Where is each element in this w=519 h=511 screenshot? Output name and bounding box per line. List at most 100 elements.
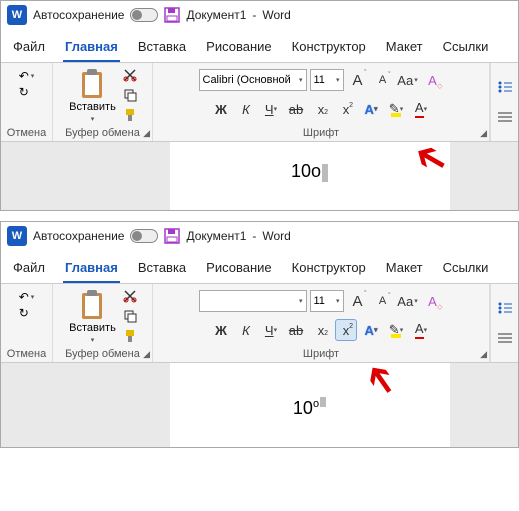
tab-insert[interactable]: Вставка	[136, 33, 188, 62]
strike-button[interactable]: ab	[285, 98, 307, 120]
superscript-button[interactable]: x2	[335, 98, 357, 120]
shrink-font-button[interactable]: Aˇ	[372, 290, 394, 312]
change-case-button[interactable]: Aa▾	[397, 69, 419, 91]
copy-button[interactable]	[122, 87, 138, 103]
bullets-button[interactable]	[494, 76, 516, 98]
chevron-down-icon: ▾	[336, 76, 340, 84]
subscript-button[interactable]: x2	[310, 98, 332, 120]
font-size-combo[interactable]: 11▾	[310, 69, 344, 91]
paste-button[interactable]: Вставить ▾	[67, 67, 118, 125]
autosave-toggle[interactable]	[130, 8, 158, 22]
doc-title: Документ1	[186, 229, 246, 243]
tab-file[interactable]: Файл	[11, 33, 47, 62]
tab-draw[interactable]: Рисование	[204, 254, 273, 283]
tab-refs[interactable]: Ссылки	[441, 254, 491, 283]
chevron-down-icon[interactable]: ▾	[31, 293, 35, 301]
undo-button[interactable]: ↶▾	[19, 290, 35, 304]
clear-format-button[interactable]: A◇	[422, 290, 444, 312]
dialog-launcher-icon[interactable]: ◢	[143, 349, 150, 360]
bold-button[interactable]: Ж	[210, 319, 232, 341]
group-paragraph-partial	[490, 284, 518, 362]
highlight-button[interactable]: ✎▾	[385, 319, 407, 341]
cut-button[interactable]	[122, 288, 138, 304]
undo-button[interactable]: ↶▾	[19, 69, 35, 83]
dialog-launcher-icon[interactable]: ◢	[143, 128, 150, 139]
word-logo-icon: W	[7, 5, 27, 25]
grow-font-button[interactable]: Aˆ	[347, 69, 369, 91]
autosave-toggle[interactable]	[130, 229, 158, 243]
copy-button[interactable]	[122, 308, 138, 324]
text-effects-button[interactable]: A▾	[360, 98, 382, 120]
cut-button[interactable]	[122, 67, 138, 83]
underline-button[interactable]: Ч▾	[260, 98, 282, 120]
title-bar: W Автосохранение Документ1 - Word	[1, 1, 518, 29]
page[interactable]: 10о	[170, 142, 450, 210]
align-button[interactable]	[494, 327, 516, 349]
chevron-down-icon: ▾	[299, 76, 303, 84]
subscript-button[interactable]: x2	[310, 319, 332, 341]
font-color-button[interactable]: A▾	[410, 319, 432, 341]
tab-refs[interactable]: Ссылки	[441, 33, 491, 62]
document-area[interactable]: 10о ➔	[1, 363, 518, 447]
bullets-button[interactable]	[494, 297, 516, 319]
tab-layout[interactable]: Макет	[384, 254, 425, 283]
tab-insert[interactable]: Вставка	[136, 254, 188, 283]
save-icon[interactable]	[164, 228, 180, 244]
word-window-2: W Автосохранение Документ1 - Word Файл Г…	[0, 221, 519, 448]
brush-icon	[123, 108, 137, 122]
font-color-button[interactable]: A▾	[410, 98, 432, 120]
dialog-launcher-icon[interactable]: ◢	[480, 128, 487, 139]
tab-layout[interactable]: Макет	[384, 33, 425, 62]
doc-text-sup: о	[313, 398, 319, 410]
highlight-button[interactable]: ✎▾	[385, 98, 407, 120]
paste-button[interactable]: Вставить ▾	[67, 288, 118, 346]
page[interactable]: 10о	[170, 363, 450, 447]
tab-design[interactable]: Конструктор	[290, 33, 368, 62]
text-cursor	[322, 164, 328, 182]
align-icon	[498, 111, 512, 123]
app-name: Word	[262, 8, 290, 22]
app-name: Word	[262, 229, 290, 243]
clear-format-button[interactable]: A◇	[422, 69, 444, 91]
tab-design[interactable]: Конструктор	[290, 254, 368, 283]
bold-button[interactable]: Ж	[210, 98, 232, 120]
group-font: ▾ 11▾ Aˆ Aˇ Aa▾ A◇ Ж К Ч▾ ab x2 x2 A▾ ✎▾…	[153, 284, 490, 362]
redo-button[interactable]: ↻	[19, 85, 35, 99]
underline-button[interactable]: Ч▾	[260, 319, 282, 341]
chevron-down-icon: ▾	[299, 297, 303, 305]
document-area[interactable]: 10о ➔	[1, 142, 518, 210]
group-font-label: Шрифт	[303, 127, 339, 139]
grow-font-button[interactable]: Aˆ	[347, 290, 369, 312]
format-painter-button[interactable]	[122, 328, 138, 344]
dialog-launcher-icon[interactable]: ◢	[480, 349, 487, 360]
shrink-font-button[interactable]: Aˇ	[372, 69, 394, 91]
clipboard-icon	[79, 290, 105, 320]
text-effects-button[interactable]: A▾	[360, 319, 382, 341]
title-bar: W Автосохранение Документ1 - Word	[1, 222, 518, 250]
tab-draw[interactable]: Рисование	[204, 33, 273, 62]
font-size-combo[interactable]: 11▾	[310, 290, 344, 312]
font-name-combo[interactable]: Calibri (Основной▾	[199, 69, 307, 91]
change-case-button[interactable]: Aa▾	[397, 290, 419, 312]
italic-button[interactable]: К	[235, 98, 257, 120]
align-icon	[498, 332, 512, 344]
tab-home[interactable]: Главная	[63, 254, 120, 283]
font-name-combo[interactable]: ▾	[199, 290, 307, 312]
doc-title: Документ1	[186, 8, 246, 22]
align-button[interactable]	[494, 106, 516, 128]
superscript-button[interactable]: x2	[335, 319, 357, 341]
strike-button[interactable]: ab	[285, 319, 307, 341]
chevron-down-icon[interactable]: ▾	[91, 115, 95, 123]
autosave-label: Автосохранение	[33, 229, 124, 243]
chevron-down-icon[interactable]: ▾	[91, 336, 95, 344]
tab-file[interactable]: Файл	[11, 254, 47, 283]
tab-home[interactable]: Главная	[63, 33, 120, 62]
redo-button[interactable]: ↻	[19, 306, 35, 320]
save-icon[interactable]	[164, 7, 180, 23]
group-font-label: Шрифт	[303, 348, 339, 360]
chevron-down-icon: ▾	[414, 76, 418, 84]
format-painter-button[interactable]	[122, 107, 138, 123]
copy-icon	[123, 309, 137, 323]
chevron-down-icon[interactable]: ▾	[31, 72, 35, 80]
italic-button[interactable]: К	[235, 319, 257, 341]
